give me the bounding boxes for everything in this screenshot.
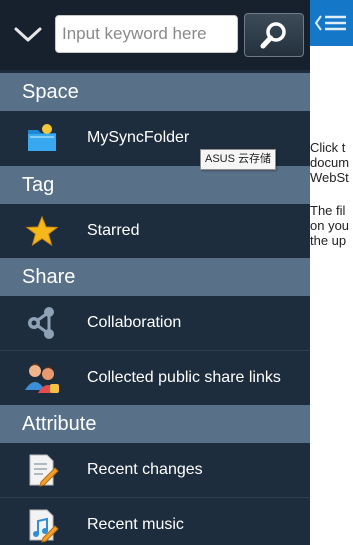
collapse-drawer-button[interactable] [8,18,48,52]
open-menu-button[interactable] [310,0,353,46]
share-nodes-icon [22,303,62,343]
menu-item-recent-music[interactable]: Recent music [0,498,310,545]
menu-icon [314,15,346,31]
menu-item-label: Recent changes [87,461,203,478]
content-text-line: on you [310,218,350,233]
menu-item-starred[interactable]: Starred [0,204,310,258]
chevron-down-icon [14,27,42,42]
section-header-attribute: Attribute [0,405,310,443]
document-pencil-icon [22,450,62,490]
section-header-share: Share [0,258,310,296]
search-button[interactable] [244,13,304,57]
menu-item-label: Collected public share links [87,369,281,386]
menu-item-recent-changes[interactable]: Recent changes [0,443,310,497]
section-header-space: Space [0,73,310,111]
content-text-line: the up [310,233,347,248]
menu-item-label: Recent music [87,516,184,533]
menu-item-collected-public-share-links[interactable]: Collected public share links [0,351,310,405]
content-panel: Click t docum WebSt The fil on you the u… [310,0,353,545]
folder-icon [22,118,62,158]
search-icon [260,22,286,49]
menu-item-label: Collaboration [87,314,182,331]
menu-item-label: Starred [87,222,140,239]
navigation-drawer: Space MySyncFolder Tag Starred [0,0,310,545]
content-text-line: The fil [310,203,346,218]
section-header-tag: Tag [0,166,310,204]
star-icon [22,211,62,251]
content-text-line: docum [310,155,350,170]
tooltip: ASUS 云存储 [200,149,277,170]
content-text-line: Click t [310,140,346,155]
music-document-icon [22,505,62,545]
drawer-top-bar [0,0,310,70]
app-screen: Space MySyncFolder Tag Starred [0,0,353,545]
content-text-line: WebSt [310,170,349,185]
people-icon [22,358,62,398]
menu-item-collaboration[interactable]: Collaboration [0,296,310,350]
menu-item-label: MySyncFolder [87,129,190,146]
search-input[interactable] [55,15,238,53]
